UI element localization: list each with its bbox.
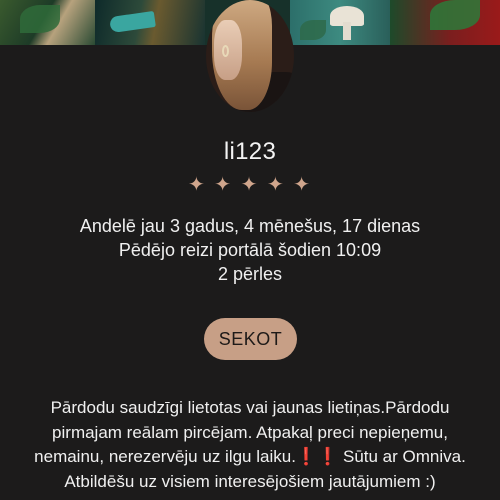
profile-page: li123 ✦ ✦ ✦ ✦ ✦ Andelē jau 3 gadus, 4 mē… xyxy=(0,0,500,500)
star-icon: ✦ xyxy=(240,174,260,196)
star-icon: ✦ xyxy=(214,174,234,196)
star-icon: ✦ xyxy=(187,174,207,196)
profile-bio: Pārdodu saudzīgi lietotas vai jaunas lie… xyxy=(18,396,482,494)
exclamation-icon: ❗❗ xyxy=(295,447,339,466)
follow-button[interactable]: SEKOT xyxy=(204,318,297,360)
last-seen: Pēdējo reizi portālā šodien 10:09 xyxy=(118,240,382,260)
rating-stars: ✦ ✦ ✦ ✦ ✦ xyxy=(0,172,500,197)
pearls-count: 2 pērles xyxy=(217,264,283,284)
avatar[interactable] xyxy=(206,0,294,112)
star-icon: ✦ xyxy=(266,174,286,196)
username: li123 xyxy=(223,138,277,165)
star-icon: ✦ xyxy=(293,174,313,196)
profile-stats: Andelē jau 3 gadus, 4 mēnešus, 17 dienas… xyxy=(0,214,500,286)
member-since: Andelē jau 3 gadus, 4 mēnešus, 17 dienas xyxy=(79,216,421,236)
